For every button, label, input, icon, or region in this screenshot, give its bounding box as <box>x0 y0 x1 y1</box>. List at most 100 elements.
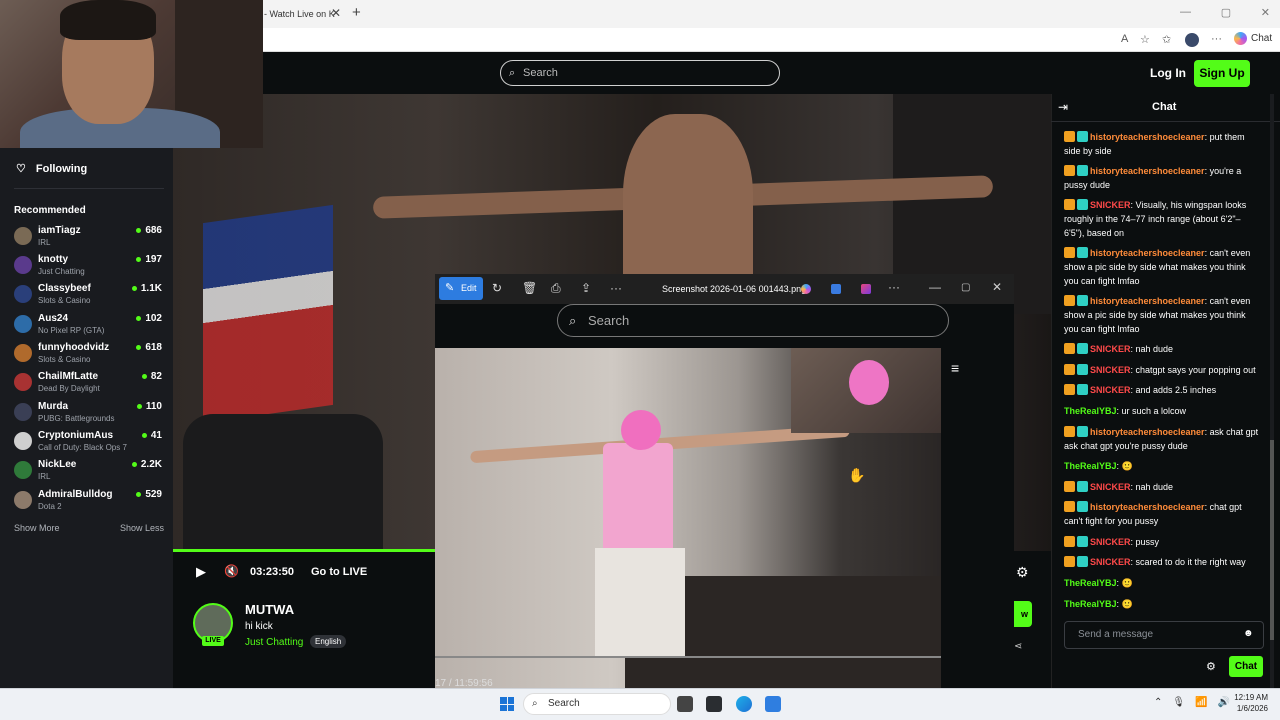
player-settings-icon[interactable]: ⚙ <box>1016 564 1029 581</box>
channel-category: Dota 2 <box>38 502 62 511</box>
pink-tank-top <box>603 443 673 553</box>
wifi-icon[interactable]: 📶 <box>1195 697 1207 708</box>
crown-badge-icon <box>1064 536 1075 547</box>
rotate-icon[interactable]: ↻ <box>492 281 502 295</box>
minimize-icon[interactable]: — <box>1180 6 1191 19</box>
viewer-close-icon[interactable]: ✕ <box>992 280 1002 294</box>
stream-category[interactable]: Just Chatting <box>245 637 303 648</box>
sidebar-channel[interactable]: CryptoniumAus Call of Duty: Black Ops 7 41 <box>14 430 164 457</box>
chat-username[interactable]: TheRealYBJ <box>1064 599 1117 609</box>
crown-badge-icon <box>1064 165 1075 176</box>
chat-username[interactable]: TheRealYBJ <box>1064 578 1117 588</box>
favorite-star-icon[interactable]: ☆ <box>1140 33 1150 46</box>
sidebar-channel[interactable]: Aus24 No Pixel RP (GTA) 102 <box>14 313 164 340</box>
task-view-icon[interactable] <box>677 696 693 712</box>
chat-username[interactable]: SNICKER <box>1090 200 1131 210</box>
chat-username[interactable]: historyteachershoecleaner <box>1090 248 1205 258</box>
tab-close-icon[interactable]: ✕ <box>331 6 341 20</box>
read-aloud-icon[interactable]: A <box>1121 33 1128 45</box>
chat-username[interactable]: historyteachershoecleaner <box>1090 502 1205 512</box>
collapse-chat-icon[interactable]: ⇥ <box>1058 100 1068 114</box>
chat-username[interactable]: SNICKER <box>1090 557 1131 567</box>
site-search-input[interactable]: ⌕ Search <box>500 60 780 86</box>
sidebar-channel[interactable]: NickLee IRL 2.2K <box>14 459 164 486</box>
chat-username[interactable]: SNICKER <box>1090 482 1131 492</box>
edit-icon: ✎ <box>445 282 455 294</box>
playback-time: 03:23:50 <box>250 566 295 578</box>
more-icon[interactable]: ··· <box>1211 33 1222 45</box>
channel-category: Dead By Daylight <box>38 384 100 393</box>
signup-button[interactable]: Sign Up <box>1194 60 1250 87</box>
share-icon[interactable]: ⇪ <box>581 281 591 295</box>
viewer-minimize-icon[interactable]: — <box>929 280 941 294</box>
chat-username[interactable]: historyteachershoecleaner <box>1090 132 1205 142</box>
live-dot-icon <box>141 432 147 438</box>
channel-viewers: 102 <box>136 313 162 324</box>
windows-start-icon[interactable] <box>500 697 514 711</box>
streamer-name[interactable]: MUTWA <box>245 602 294 617</box>
print-icon[interactable]: ⎙ <box>551 281 561 296</box>
show-less-button[interactable]: Show Less <box>120 523 164 533</box>
chat-scroll-thumb[interactable] <box>1270 440 1274 640</box>
sidebar-channel[interactable]: funnyhoodvidz Slots & Casino 618 <box>14 342 164 369</box>
chevron-up-icon[interactable]: ⌃ <box>1154 697 1162 708</box>
chat-username[interactable]: SNICKER <box>1090 344 1131 354</box>
send-chat-button[interactable]: Chat <box>1229 656 1263 677</box>
play-icon[interactable]: ▶ <box>196 564 206 580</box>
close-window-icon[interactable]: ✕ <box>1261 6 1270 19</box>
taskbar-search[interactable]: ⌕ Search <box>523 693 671 715</box>
photos-app-icon[interactable] <box>765 696 781 712</box>
sidebar-channel[interactable]: Murda PUBG: Battlegrounds 110 <box>14 401 164 428</box>
chat-settings-icon[interactable]: ⚙ <box>1206 660 1216 673</box>
chat-username[interactable]: historyteachershoecleaner <box>1090 296 1205 306</box>
chat-username[interactable]: TheRealYBJ <box>1064 406 1117 416</box>
copilot-chat-button[interactable]: Chat <box>1234 32 1272 45</box>
chat-username[interactable]: SNICKER <box>1090 537 1131 547</box>
sidebar-channel[interactable]: iamTiagz IRL 686 <box>14 225 164 252</box>
sidebar-channel[interactable]: Classybeef Slots & Casino 1.1K <box>14 283 164 310</box>
channel-category: IRL <box>38 238 51 247</box>
new-tab-icon[interactable]: + <box>352 4 361 21</box>
go-to-live-button[interactable]: Go to LIVE <box>311 566 367 578</box>
more-options-icon[interactable]: ··· <box>610 281 622 295</box>
chat-username[interactable]: SNICKER <box>1090 365 1131 375</box>
show-more-button[interactable]: Show More <box>14 523 60 533</box>
viewer-maximize-icon[interactable]: ▢ <box>961 282 970 293</box>
edit-button[interactable]: ✎ Edit <box>439 277 483 300</box>
copilot-icon[interactable] <box>801 284 811 294</box>
clipchamp-icon[interactable] <box>861 284 871 294</box>
live-dot-icon <box>136 344 142 350</box>
chat-username[interactable]: SNICKER <box>1090 385 1131 395</box>
chat-message: historyteachershoecleaner: put them side… <box>1064 130 1260 158</box>
chat-message: historyteachershoecleaner: ask chat gpt … <box>1064 425 1260 453</box>
language-tag[interactable]: English <box>310 635 347 648</box>
profile-icon[interactable] <box>1185 33 1199 47</box>
restore-icon[interactable]: ▢ <box>1221 6 1231 19</box>
viewer-more-icon[interactable]: ··· <box>888 280 900 294</box>
edge-browser-icon[interactable] <box>736 696 752 712</box>
microphone-icon[interactable]: 🎙 <box>1172 697 1185 708</box>
chat-username[interactable]: TheRealYBJ <box>1064 461 1117 471</box>
share-icon[interactable]: ⋖ <box>1014 641 1022 652</box>
delete-icon[interactable]: 🗑 <box>522 281 537 295</box>
sidebar-channel[interactable]: knotty Just Chatting 197 <box>14 254 164 281</box>
menu-lines-icon[interactable]: ≡ <box>951 360 959 376</box>
favorites-icon[interactable]: ✩ <box>1162 33 1171 46</box>
following-link[interactable]: ♡ Following <box>16 162 87 176</box>
kick-app-icon[interactable] <box>706 696 722 712</box>
chat-message-input[interactable]: Send a message <box>1064 621 1264 649</box>
chat-username[interactable]: historyteachershoecleaner <box>1090 166 1205 176</box>
viewer-search-input[interactable]: ⌕ Search <box>557 304 949 337</box>
designer-icon[interactable] <box>831 284 841 294</box>
stream-title: hi kick <box>245 621 273 632</box>
taskbar-clock[interactable]: 12:19 AM 1/6/2026 <box>1228 692 1268 714</box>
white-shorts <box>595 548 685 658</box>
sidebar-channel[interactable]: ChailMfLatte Dead By Daylight 82 <box>14 371 164 398</box>
login-button[interactable]: Log In <box>1150 66 1186 80</box>
chat-username[interactable]: historyteachershoecleaner <box>1090 427 1205 437</box>
emoji-icon[interactable]: ☻ <box>1243 628 1254 639</box>
sidebar-channel[interactable]: AdmiralBulldog Dota 2 529 <box>14 489 164 516</box>
mute-icon[interactable]: 🔇 <box>224 564 239 578</box>
copilot-label: Chat <box>1251 33 1273 44</box>
crown-badge-icon <box>1064 131 1075 142</box>
